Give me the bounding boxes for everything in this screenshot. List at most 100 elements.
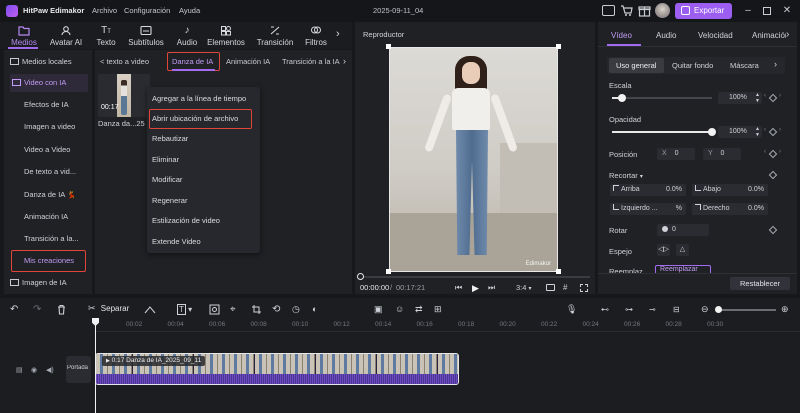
sidebar-item-mis-creaciones[interactable]: Mis creaciones: [10, 252, 88, 270]
sidebar-item-transicion[interactable]: Transición a la...: [10, 230, 88, 248]
freeze-icon[interactable]: ⌖: [230, 304, 242, 315]
scale-value-field[interactable]: 100% ▲ ▼: [718, 92, 762, 104]
menu-archivo[interactable]: Archivo: [92, 6, 117, 15]
tab-filtros[interactable]: Filtros: [294, 22, 338, 49]
mask-tool-icon[interactable]: [209, 304, 221, 315]
link-icon[interactable]: ⊶: [625, 304, 637, 315]
avatar[interactable]: [655, 3, 670, 18]
subtab-texto-a-video[interactable]: < texto a video: [100, 53, 149, 70]
chevron-right-icon[interactable]: ›: [779, 149, 781, 155]
maximize-icon[interactable]: [761, 5, 773, 17]
microphone-icon[interactable]: 🎙: [566, 304, 578, 315]
crop-right-field[interactable]: Derecho 0.0%: [692, 203, 768, 215]
aspect-ratio-select[interactable]: 3:4 ▾: [516, 283, 532, 292]
tab-audio[interactable]: ♪ Audio: [165, 22, 209, 49]
chevron-left-icon[interactable]: ‹: [764, 127, 766, 133]
cover-button[interactable]: Portada: [66, 356, 91, 383]
prop-tab-video[interactable]: Vídeo: [611, 31, 632, 40]
player-scrubber[interactable]: [357, 273, 364, 280]
crop-tool-icon[interactable]: [251, 304, 263, 315]
sidebar-item-video-con-ia[interactable]: Video con IA: [10, 74, 88, 92]
export-button[interactable]: Exportar: [675, 3, 732, 19]
chevron-left-icon[interactable]: ‹: [764, 93, 766, 99]
menu-modify[interactable]: Modificar: [152, 171, 257, 189]
prop-subtab-quitar-fondo[interactable]: Quitar fondo: [672, 61, 713, 70]
sidebar-item-efectos-de-ia[interactable]: Efectos de IA: [10, 96, 88, 114]
magnet-icon[interactable]: ⊸: [649, 304, 661, 315]
replace-icon[interactable]: ⇄: [415, 304, 427, 315]
menu-add-to-timeline[interactable]: Agregar a la línea de tiempo: [152, 90, 257, 108]
chevron-right-icon[interactable]: ›: [343, 56, 346, 66]
track-icon[interactable]: ⊟: [673, 304, 685, 315]
zoom-slider-knob[interactable]: [715, 306, 722, 313]
speed-icon[interactable]: ◷: [292, 304, 304, 315]
more-tools-icon[interactable]: ⊞: [434, 304, 446, 315]
chevron-left-icon[interactable]: ‹: [764, 149, 766, 155]
tab-avatar-ai[interactable]: Avatar AI: [44, 22, 88, 49]
subtab-danza-de-ia[interactable]: Danza de IA: [172, 53, 213, 70]
canvas-handle[interactable]: [386, 44, 391, 49]
opacity-slider-knob[interactable]: [708, 128, 716, 136]
screen-icon[interactable]: [602, 5, 615, 16]
redo-icon[interactable]: ↷: [33, 304, 45, 315]
sidebar-item-imagen-de-ia[interactable]: Imagen de IA: [10, 274, 88, 292]
chevron-right-icon[interactable]: ›: [786, 29, 789, 40]
timeline-ruler[interactable]: [94, 318, 800, 332]
reset-button[interactable]: Restablecer: [730, 277, 790, 290]
menu-rename[interactable]: Rebautizar: [152, 130, 257, 148]
sidebar-item-video-a-video[interactable]: Video a Video: [10, 141, 88, 159]
ai-tools-icon[interactable]: ▣: [374, 304, 386, 315]
replace-tab[interactable]: Reemplazar: [655, 265, 711, 273]
mute-icon[interactable]: ◀): [46, 366, 54, 374]
media-thumbnail[interactable]: 00:17: [98, 74, 150, 117]
subtab-animacion-ia[interactable]: Animación IA: [226, 53, 270, 70]
canvas-handle[interactable]: [556, 269, 561, 274]
sidebar-item-medios-locales[interactable]: Medios locales: [10, 53, 88, 71]
chevron-right-icon[interactable]: ›: [779, 93, 781, 99]
sidebar-item-danza-de-ia[interactable]: Danza de IA 💃: [10, 186, 88, 204]
chevron-right-icon[interactable]: ›: [336, 28, 340, 40]
sidebar-item-animacion-ia[interactable]: Animación IA: [10, 208, 88, 226]
menu-video-stylization[interactable]: Estilización de video: [152, 212, 257, 230]
close-icon[interactable]: ✕: [781, 5, 793, 17]
position-x-field[interactable]: X 0: [657, 148, 695, 160]
player-progress-track[interactable]: [360, 276, 590, 278]
flip-horizontal-icon[interactable]: ◁▷: [657, 244, 670, 256]
rotate-field[interactable]: 0: [657, 224, 709, 236]
color-icon[interactable]: ◐: [312, 304, 324, 315]
sidebar-item-de-texto-a-video[interactable]: De texto a vid...: [10, 163, 88, 181]
sidebar-item-imagen-a-video[interactable]: Imagen a video: [10, 118, 88, 136]
minimize-icon[interactable]: –: [742, 5, 754, 17]
fade-icon[interactable]: [144, 304, 156, 315]
menu-extend-video[interactable]: Extende Video: [152, 233, 257, 251]
tab-transicion[interactable]: Transición: [253, 22, 297, 49]
scale-slider-track[interactable]: [612, 97, 712, 99]
video-clip[interactable]: ▶ 0:17 Danza de IA_2025_09_11: [95, 353, 459, 385]
prev-frame-icon[interactable]: ⏮: [455, 283, 462, 293]
zoom-in-icon[interactable]: ⊕: [781, 304, 793, 315]
split-button[interactable]: ✂ Separar: [88, 303, 129, 316]
prop-subtab-uso-general[interactable]: Uso general: [609, 58, 664, 73]
prop-tab-animacion[interactable]: Animación: [752, 31, 786, 40]
screenshot-icon[interactable]: [546, 284, 555, 291]
tab-medios[interactable]: Medios: [2, 22, 46, 49]
playhead[interactable]: [95, 320, 96, 413]
play-icon[interactable]: ▶: [472, 283, 479, 294]
crop-left-field[interactable]: Izquierdo ... %: [610, 203, 686, 215]
delete-icon[interactable]: [56, 304, 68, 315]
tab-elementos[interactable]: Elementos: [204, 22, 248, 49]
canvas-handle[interactable]: [556, 44, 561, 49]
next-frame-icon[interactable]: ⏭: [488, 283, 495, 293]
gift-icon[interactable]: [638, 4, 651, 17]
menu-ayuda[interactable]: Ayuda: [179, 6, 200, 15]
text-tool-icon[interactable]: T ▾: [177, 304, 197, 315]
crop-bottom-field[interactable]: Abajo 0.0%: [692, 184, 768, 196]
fullscreen-icon[interactable]: [580, 284, 588, 292]
cart-icon[interactable]: [620, 4, 633, 17]
position-y-field[interactable]: Y 0: [703, 148, 741, 160]
chevron-right-icon[interactable]: ›: [779, 127, 781, 133]
prop-subtab-mascara[interactable]: Máscara: [730, 61, 759, 70]
flip-vertical-icon[interactable]: △: [676, 244, 689, 256]
menu-open-file-location[interactable]: Abrir ubicación de archivo: [152, 110, 257, 128]
menu-delete[interactable]: Eliminar: [152, 151, 257, 169]
